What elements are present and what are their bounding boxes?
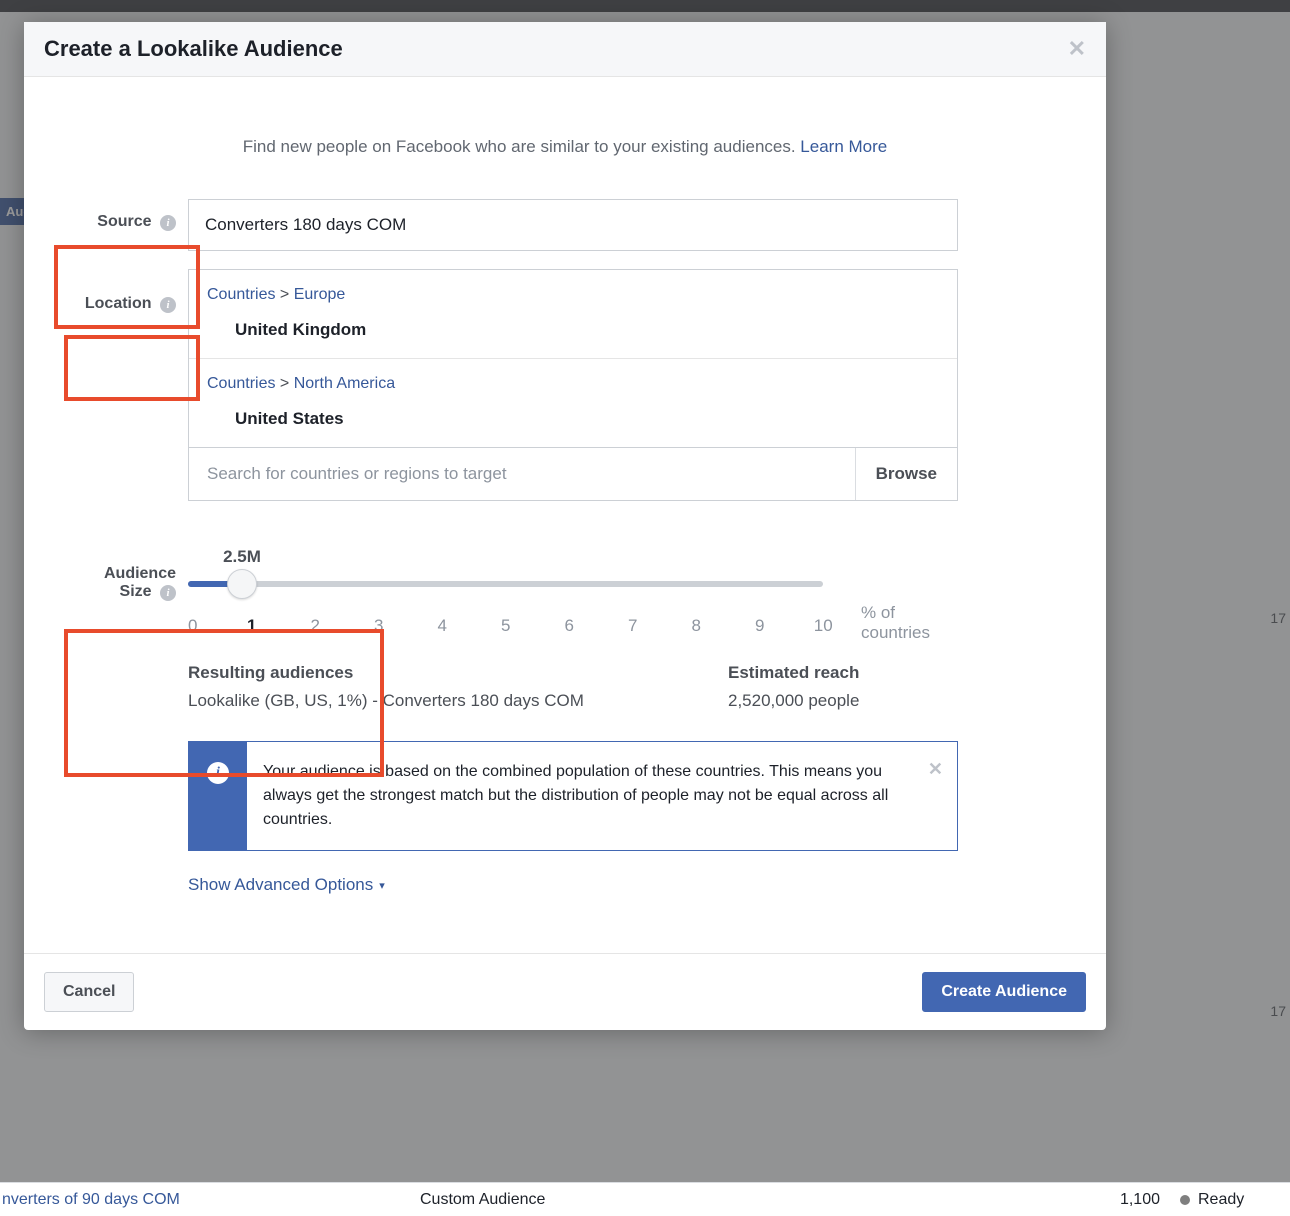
browse-button[interactable]: Browse	[855, 448, 957, 500]
slider-tick: 2	[284, 616, 348, 636]
resulting-head: Resulting audiences	[188, 663, 728, 683]
location-label: Location i	[68, 269, 188, 313]
source-label: Source i	[68, 199, 188, 231]
audience-size-row: Audience Size i 2.5M 012345678910 % of c…	[68, 537, 1062, 895]
slider-knob[interactable]	[227, 569, 257, 599]
size-slider: 2.5M 012345678910 % of countries	[188, 537, 958, 643]
source-label-text: Source	[97, 213, 151, 230]
resulting-col: Resulting audiences Lookalike (GB, US, 1…	[188, 663, 728, 711]
size-label-text1: Audience	[104, 565, 176, 582]
slider-ticks: 012345678910	[188, 616, 855, 636]
modal-footer: Cancel Create Audience	[24, 953, 1106, 1030]
countries-link[interactable]: Countries	[207, 375, 275, 392]
size-label: Audience Size i	[68, 537, 188, 601]
info-icon[interactable]: i	[160, 585, 176, 601]
reach-value: 2,520,000 people	[728, 691, 958, 711]
pct-of-countries-label: % of countries	[861, 603, 958, 643]
countries-link[interactable]: Countries	[207, 286, 275, 303]
bg-row-count: 1,100	[1080, 1191, 1160, 1209]
learn-more-link[interactable]: Learn More	[800, 137, 887, 156]
slider-value-bubble: 2.5M	[223, 547, 261, 567]
advanced-options-toggle[interactable]: Show Advanced Options▾	[188, 875, 958, 895]
intro-span: Find new people on Facebook who are simi…	[243, 137, 801, 156]
continent-link[interactable]: North America	[294, 375, 395, 392]
bg-row-name: nverters of 90 days COM	[0, 1191, 420, 1209]
resulting-value: Lookalike (GB, US, 1%) - Converters 180 …	[188, 691, 728, 711]
info-icon[interactable]: i	[160, 215, 176, 231]
location-item: Countries > North America United States	[189, 358, 957, 447]
info-icon[interactable]: i	[160, 297, 176, 313]
close-icon[interactable]: ✕	[928, 756, 943, 783]
slider-tick: 1	[220, 616, 284, 636]
modal-body: Find new people on Facebook who are simi…	[24, 77, 1106, 923]
continent-link[interactable]: Europe	[294, 286, 346, 303]
location-row: Location i Countries > Europe United Kin…	[68, 269, 1062, 501]
modal-title: Create a Lookalike Audience	[44, 36, 343, 62]
slider-tick: 8	[665, 616, 729, 636]
modal-header: Create a Lookalike Audience ✕	[24, 22, 1106, 77]
slider-track[interactable]	[188, 581, 823, 587]
slider-tick: 9	[728, 616, 792, 636]
location-item: Countries > Europe United Kingdom	[189, 270, 957, 358]
bg-row-type: Custom Audience	[420, 1191, 1080, 1209]
info-icon: i	[189, 742, 247, 850]
source-row: Source i	[68, 199, 1062, 251]
slider-tick: 4	[411, 616, 475, 636]
bg-top-bar	[0, 0, 1290, 12]
selected-country: United States	[207, 409, 939, 429]
location-label-text: Location	[85, 295, 152, 312]
location-search-input[interactable]	[189, 448, 855, 500]
slider-tick: 0	[188, 616, 220, 636]
slider-ticks-row: 012345678910 % of countries	[188, 603, 958, 643]
slider-tick: 3	[347, 616, 411, 636]
slider-tick: 7	[601, 616, 665, 636]
selected-country: United Kingdom	[207, 320, 939, 340]
info-note-text: Your audience is based on the combined p…	[247, 742, 957, 850]
bg-number: 17	[1270, 610, 1286, 626]
slider-tick: 5	[474, 616, 538, 636]
cancel-button[interactable]: Cancel	[44, 972, 134, 1012]
lookalike-modal: Create a Lookalike Audience ✕ Find new p…	[24, 22, 1106, 1030]
location-footer: Browse	[189, 447, 957, 500]
create-audience-button[interactable]: Create Audience	[922, 972, 1086, 1012]
bg-bottom-row: nverters of 90 days COM Custom Audience …	[0, 1182, 1290, 1216]
location-breadcrumb: Countries > North America	[207, 375, 939, 393]
size-label-text2: Size	[120, 583, 152, 600]
bg-row-status: Ready	[1160, 1191, 1290, 1209]
source-input[interactable]	[188, 199, 958, 251]
chevron-down-icon: ▾	[379, 879, 385, 892]
intro-text: Find new people on Facebook who are simi…	[68, 137, 1062, 157]
slider-tick: 6	[538, 616, 602, 636]
info-note: i Your audience is based on the combined…	[188, 741, 958, 851]
close-icon[interactable]: ✕	[1068, 36, 1086, 62]
reach-head: Estimated reach	[728, 663, 958, 683]
bg-number: 17	[1270, 1003, 1286, 1019]
slider-tick: 10	[792, 616, 856, 636]
location-breadcrumb: Countries > Europe	[207, 286, 939, 304]
resulting-row: Resulting audiences Lookalike (GB, US, 1…	[188, 663, 958, 711]
reach-col: Estimated reach 2,520,000 people	[728, 663, 958, 711]
location-box: Countries > Europe United Kingdom Countr…	[188, 269, 958, 501]
